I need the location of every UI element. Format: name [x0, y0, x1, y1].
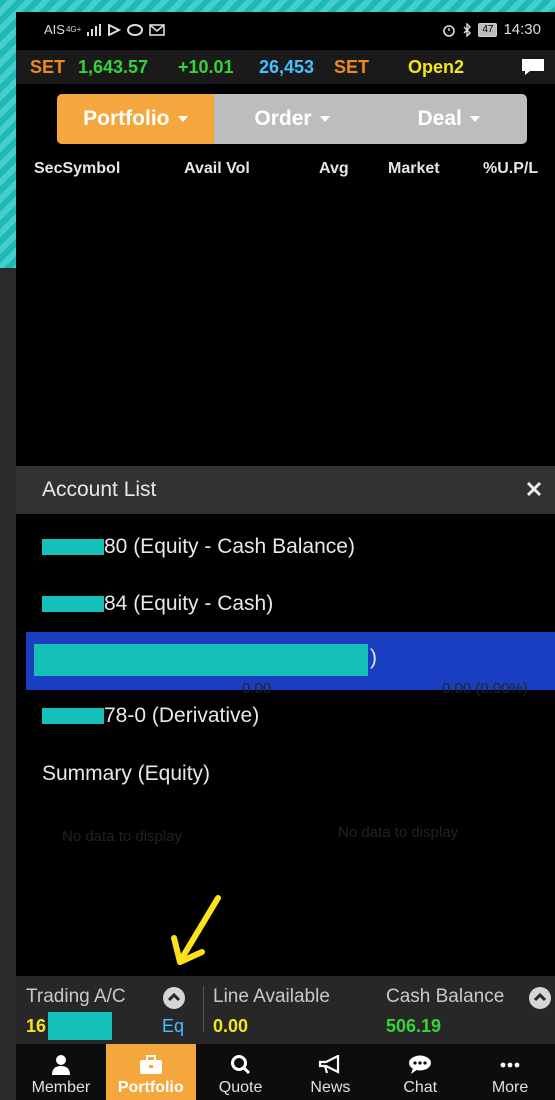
nav-quote[interactable]: Quote — [196, 1044, 286, 1100]
ghost-zero-value: 0.00 — [242, 680, 272, 697]
search-icon — [230, 1055, 250, 1075]
bluetooth-icon — [463, 22, 472, 37]
account-item-label: 84 (Equity - Cash) — [104, 592, 274, 615]
empty-state-right: No data to display — [338, 824, 459, 841]
cash-balance-value: 506.19 — [386, 1016, 442, 1036]
cast-icon — [108, 23, 122, 36]
nav-more[interactable]: More — [465, 1044, 555, 1100]
account-item-label: 78-0 (Derivative) — [104, 704, 260, 727]
carrier-label: AIS — [44, 22, 65, 37]
redacted-mask — [42, 596, 104, 613]
index-change: +10.01 — [178, 57, 234, 77]
portfolio-table-header: SecSymbol Avail Vol Avg Market %U.P/L — [16, 156, 555, 184]
megaphone-icon — [319, 1055, 340, 1074]
line-available-value: 0.00 — [213, 1016, 249, 1036]
tab-order[interactable]: Order — [214, 94, 371, 144]
cash-balance-label: Cash Balance — [386, 986, 505, 1007]
close-icon[interactable] — [525, 480, 543, 498]
status-bar: AIS 4G+ 47 14:30 — [16, 12, 555, 50]
nav-label: Quote — [218, 1079, 263, 1096]
col-avail-vol[interactable]: Avail Vol — [184, 160, 250, 178]
col-avg[interactable]: Avg — [319, 160, 349, 178]
account-item-label: Summary (Equity) — [42, 762, 211, 785]
market-ticker: SET 1,643.57 +10.01 26,453 SET Open2 — [16, 50, 555, 84]
tab-portfolio-label: Portfolio — [83, 107, 170, 130]
col-secsymbol[interactable]: SecSymbol — [34, 160, 120, 178]
nav-chat[interactable]: Chat — [375, 1044, 465, 1100]
redacted-mask — [42, 539, 104, 556]
chat-bubble-icon — [409, 1055, 432, 1074]
segmented-tabs: Portfolio Order Deal — [57, 94, 527, 144]
account-item-label: 80 (Equity - Cash Balance) — [104, 535, 355, 558]
ghost-zero-percent: 0.00 (0.00%) — [442, 680, 528, 697]
col-market[interactable]: Market — [388, 160, 440, 178]
index-value: 1,643.57 — [78, 57, 149, 77]
signal-icon — [87, 23, 102, 36]
network-label: 4G+ — [65, 25, 82, 34]
nav-news[interactable]: News — [285, 1044, 375, 1100]
account-list-header: Account List — [16, 466, 555, 514]
chevron-down-icon — [469, 116, 480, 122]
chevron-down-icon — [319, 116, 330, 122]
tab-deal[interactable]: Deal — [370, 94, 527, 144]
background-panel — [0, 268, 16, 1100]
account-item[interactable]: Summary (Equity) — [42, 762, 210, 786]
nav-label: Member — [31, 1079, 91, 1096]
battery-icon: 47 — [478, 22, 498, 37]
account-item[interactable]: 84 (Equity - Cash) — [42, 592, 273, 616]
mail-icon — [149, 23, 166, 36]
chevron-up-icon[interactable] — [163, 987, 185, 1009]
trading-ac-label: Trading A/C — [26, 986, 126, 1007]
clock: 14:30 — [503, 21, 541, 38]
tab-portfolio[interactable]: Portfolio — [57, 94, 214, 144]
account-list-title: Account List — [42, 478, 157, 501]
line-available-label: Line Available — [213, 986, 330, 1007]
nav-label: News — [310, 1079, 351, 1096]
account-item[interactable]: 78-0 (Derivative) — [42, 704, 259, 728]
tab-order-label: Order — [254, 107, 312, 130]
account-item-label: ) — [370, 646, 377, 669]
alarm-icon — [443, 24, 456, 37]
app-icon — [127, 23, 144, 36]
chevron-down-icon — [177, 116, 188, 122]
empty-state-left: No data to display — [62, 828, 183, 845]
redacted-mask — [34, 644, 368, 676]
bottom-nav: Member Portfolio Quote News Chat More — [16, 1044, 555, 1100]
nav-label: Chat — [403, 1079, 438, 1096]
annotation-arrow-icon — [171, 895, 221, 965]
trading-ac-type: Eq — [162, 1016, 185, 1036]
nav-member[interactable]: Member — [16, 1044, 106, 1100]
nav-portfolio[interactable]: Portfolio — [105, 1044, 196, 1100]
divider — [203, 986, 204, 1032]
nav-label: Portfolio — [117, 1079, 184, 1096]
person-icon — [51, 1055, 70, 1075]
redacted-mask — [48, 1012, 112, 1040]
trading-ac-prefix: 16 — [26, 1016, 47, 1036]
chevron-up-icon[interactable] — [529, 987, 551, 1009]
col-upl[interactable]: %U.P/L — [483, 160, 538, 178]
market-name: SET — [30, 57, 66, 77]
volume-unit: SET — [334, 57, 370, 77]
nav-label: More — [491, 1079, 529, 1096]
redacted-mask — [42, 708, 104, 725]
more-icon — [500, 1062, 520, 1068]
session-status: Open2 — [408, 57, 465, 77]
phone-screen: AIS 4G+ 47 14:30 SET 1,643.57 +10.01 26,… — [16, 12, 555, 1100]
tab-deal-label: Deal — [417, 107, 462, 130]
message-icon[interactable] — [521, 58, 545, 76]
account-item[interactable]: 80 (Equity - Cash Balance) — [42, 535, 355, 559]
briefcase-icon — [139, 1055, 162, 1074]
account-info-bar: Trading A/C 16 Eq Line Available 0.00 Ca… — [16, 976, 555, 1044]
market-volume: 26,453 — [259, 57, 315, 77]
